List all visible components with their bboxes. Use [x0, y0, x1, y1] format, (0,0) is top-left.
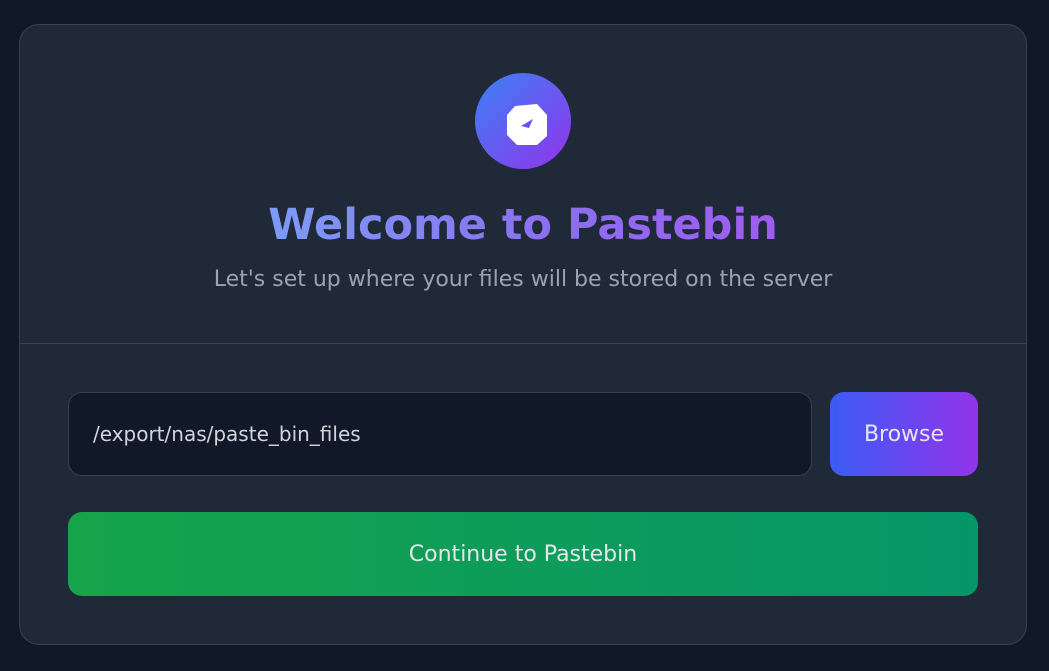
storage-path-input[interactable]: [68, 392, 812, 476]
continue-button[interactable]: Continue to Pastebin: [68, 512, 978, 596]
page-subtitle: Let's set up where your files will be st…: [213, 267, 833, 292]
browse-button[interactable]: Browse: [830, 392, 978, 476]
compass-icon: [507, 104, 547, 145]
app-logo: [475, 73, 571, 169]
title-container: Welcome to Pastebin: [20, 195, 1026, 255]
setup-card: Welcome to Pastebin Let's set up where y…: [19, 24, 1027, 645]
page-title: Welcome to Pastebin: [268, 195, 778, 255]
setup-header: Welcome to Pastebin Let's set up where y…: [20, 25, 1026, 344]
